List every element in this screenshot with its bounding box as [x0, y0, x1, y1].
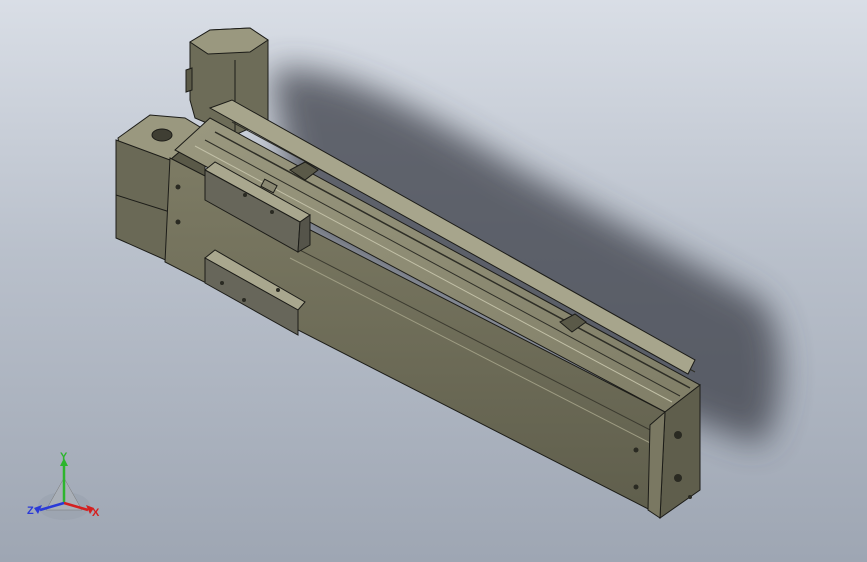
mounting-hole: [151, 128, 173, 142]
end-cap-screw-hole: [688, 495, 692, 499]
side-screw-hole: [633, 484, 639, 490]
end-cap-screw-hole: [674, 474, 682, 482]
model-canvas[interactable]: [0, 0, 867, 562]
z-axis-label: Z: [27, 505, 34, 517]
side-screw-hole: [633, 447, 639, 453]
x-axis-label: X: [92, 507, 100, 519]
rear-screw-hole: [175, 184, 181, 190]
cad-graphics-viewport[interactable]: Y X Z: [0, 0, 867, 562]
end-cap-screw-hole: [674, 431, 682, 439]
coordinate-triad: Y X Z: [27, 451, 100, 520]
y-axis-label: Y: [60, 451, 68, 463]
rear-screw-hole: [175, 219, 181, 225]
